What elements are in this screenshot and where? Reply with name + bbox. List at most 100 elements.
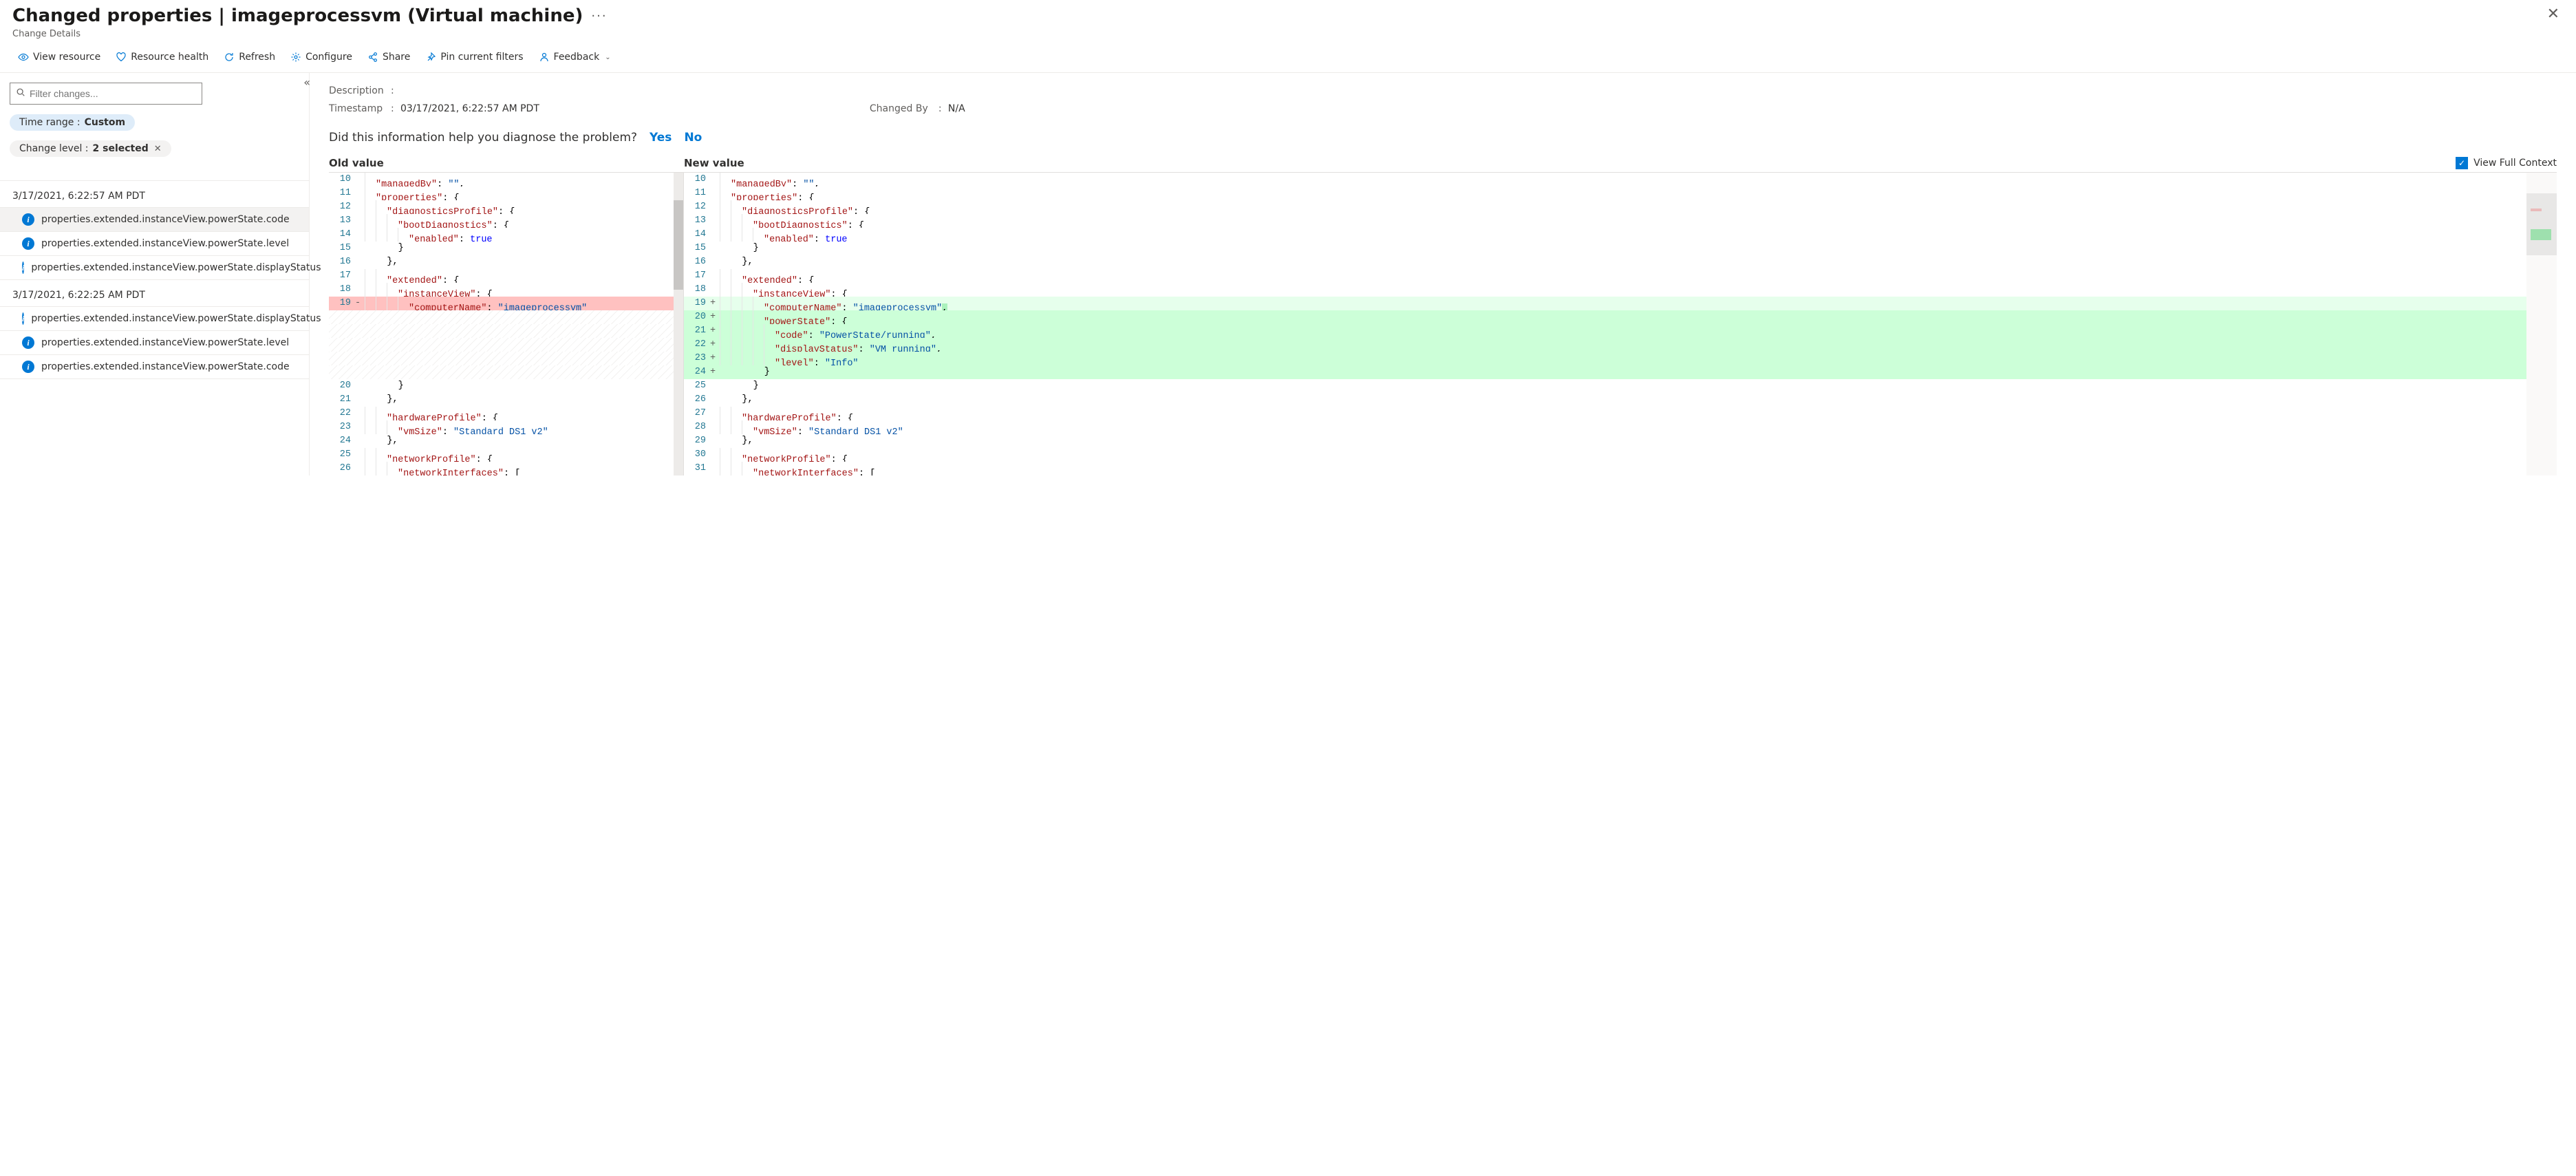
code-line: 11"properties": { — [684, 186, 2557, 200]
refresh-button[interactable]: Refresh — [218, 49, 281, 65]
code-line: 24+ } — [684, 365, 2557, 379]
change-level-pill-label: Change level : — [19, 143, 89, 154]
code-line: 28"vmSize": "Standard_DS1_v2" — [684, 420, 2557, 434]
change-path: properties.extended.instanceView.powerSt… — [41, 361, 290, 372]
change-list-item[interactable]: i properties.extended.instanceView.powerS… — [0, 354, 309, 379]
code-line: 20 } — [329, 379, 683, 393]
view-resource-button[interactable]: View resource — [12, 49, 106, 65]
info-icon: i — [22, 336, 34, 349]
change-level-pill-value: 2 selected — [93, 143, 149, 154]
refresh-icon — [224, 52, 235, 63]
change-path: properties.extended.instanceView.powerSt… — [41, 214, 290, 225]
code-line: 19-"computerName": "imageprocessvm" — [329, 297, 683, 310]
change-list-item[interactable]: iproperties.extended.instanceView.powerS… — [0, 306, 309, 330]
view-resource-label: View resource — [33, 52, 100, 63]
change-path: properties.extended.instanceView.powerSt… — [41, 238, 289, 249]
code-line: 18"instanceView": { — [329, 283, 683, 297]
timestamp-label: Timestamp — [329, 103, 391, 114]
code-line: 12"diagnosticsProfile": { — [684, 200, 2557, 214]
pin-icon — [425, 52, 436, 63]
code-line: 24 }, — [329, 434, 683, 448]
code-line: 22"hardwareProfile": { — [329, 407, 683, 420]
person-icon — [539, 52, 550, 63]
filter-changes-input-wrapper[interactable] — [10, 83, 202, 105]
breadcrumb: Change Details — [12, 29, 608, 39]
time-range-pill[interactable]: Time range : Custom — [10, 114, 135, 131]
feedback-label: Feedback — [554, 52, 600, 63]
code-line: 10"managedBy": "", — [684, 173, 2557, 186]
chevron-down-icon: ⌄ — [605, 54, 610, 61]
share-label: Share — [383, 52, 410, 63]
change-path: properties.extended.instanceView.powerSt… — [41, 337, 289, 348]
close-icon[interactable]: ✕ — [2543, 6, 2564, 23]
pin-label: Pin current filters — [440, 52, 523, 63]
refresh-label: Refresh — [239, 52, 275, 63]
time-range-pill-value: Custom — [85, 117, 125, 128]
view-full-context-label: View Full Context — [2473, 158, 2557, 169]
code-line: 11"properties": { — [329, 186, 683, 200]
code-line: 31"networkInterfaces": [ — [684, 462, 2557, 475]
filter-changes-input[interactable] — [30, 88, 196, 99]
command-bar: View resource Resource health Refresh Co… — [0, 42, 2576, 73]
code-line: 20+"powerState": { — [684, 310, 2557, 324]
clear-change-level-icon[interactable]: ✕ — [154, 144, 162, 154]
change-level-pill[interactable]: Change level : 2 selected ✕ — [10, 140, 171, 157]
code-line: 25 } — [684, 379, 2557, 393]
code-line: 10"managedBy": "", — [329, 173, 683, 186]
old-value-header: Old value — [329, 157, 684, 169]
code-line: 27"hardwareProfile": { — [684, 407, 2557, 420]
code-line: 17"extended": { — [329, 269, 683, 283]
change-list-item[interactable]: i properties.extended.instanceView.powerS… — [0, 231, 309, 255]
change-path: properties.extended.instanceView.powerSt… — [31, 313, 321, 324]
diagnose-yes-button[interactable]: Yes — [650, 131, 672, 145]
scrollbar-old[interactable] — [674, 173, 683, 475]
pin-button[interactable]: Pin current filters — [420, 49, 528, 65]
change-list-item[interactable]: iproperties.extended.instanceView.powerS… — [0, 255, 309, 279]
code-line: 22+"displayStatus": "VM running", — [684, 338, 2557, 352]
old-value-pane[interactable]: 10"managedBy": "",11"properties": {12"di… — [329, 173, 684, 475]
description-label: Description — [329, 85, 391, 96]
info-icon: i — [22, 213, 34, 226]
changed-by-value: N/A — [948, 103, 965, 114]
code-line: 23"vmSize": "Standard_DS1_v2" — [329, 420, 683, 434]
info-icon: i — [22, 237, 34, 250]
change-path: properties.extended.instanceView.powerSt… — [31, 262, 321, 273]
minimap[interactable] — [2526, 173, 2557, 475]
feedback-button[interactable]: Feedback ⌄ — [533, 49, 616, 65]
share-button[interactable]: Share — [362, 49, 416, 65]
code-line — [329, 324, 683, 338]
code-line — [329, 338, 683, 352]
collapse-sidebar-icon[interactable]: « — [303, 76, 306, 89]
diagnose-no-button[interactable]: No — [684, 131, 702, 145]
timestamp-value: 03/17/2021, 6:22:57 AM PDT — [400, 103, 539, 114]
code-line: 15 } — [684, 242, 2557, 255]
page-title: Changed properties | imageprocessvm (Vir… — [12, 6, 583, 26]
code-line — [329, 352, 683, 365]
configure-label: Configure — [305, 52, 352, 63]
info-icon: i — [22, 361, 34, 373]
search-icon — [16, 87, 25, 100]
configure-button[interactable]: Configure — [285, 49, 358, 65]
code-line: 26"networkInterfaces": [ — [329, 462, 683, 475]
view-full-context-toggle[interactable]: ✓ View Full Context — [2456, 157, 2557, 169]
change-list-item[interactable]: i properties.extended.instanceView.powerS… — [0, 207, 309, 231]
overflow-menu-icon[interactable]: ··· — [591, 9, 607, 23]
code-line: 13"bootDiagnostics": { — [329, 214, 683, 228]
code-line: 30"networkProfile": { — [684, 448, 2557, 462]
diff-main-pane: Description : Timestamp : 03/17/2021, 6:… — [310, 73, 2576, 475]
code-line: 25"networkProfile": { — [329, 448, 683, 462]
code-line: 17"extended": { — [684, 269, 2557, 283]
code-line: 23+"level": "Info" — [684, 352, 2557, 365]
change-list-item[interactable]: i properties.extended.instanceView.powerS… — [0, 330, 309, 354]
code-line: 14"enabled": true — [329, 228, 683, 242]
code-line — [329, 310, 683, 324]
change-group-header: 3/17/2021, 6:22:25 AM PDT — [0, 279, 309, 306]
code-line: 12"diagnosticsProfile": { — [329, 200, 683, 214]
share-icon — [367, 52, 378, 63]
code-line: 18"instanceView": { — [684, 283, 2557, 297]
code-line: 14"enabled": true — [684, 228, 2557, 242]
new-value-header: New value — [684, 157, 2456, 169]
new-value-pane[interactable]: 10"managedBy": "",11"properties": {12"di… — [684, 173, 2557, 475]
resource-health-button[interactable]: Resource health — [110, 49, 214, 65]
eye-icon — [18, 52, 29, 63]
